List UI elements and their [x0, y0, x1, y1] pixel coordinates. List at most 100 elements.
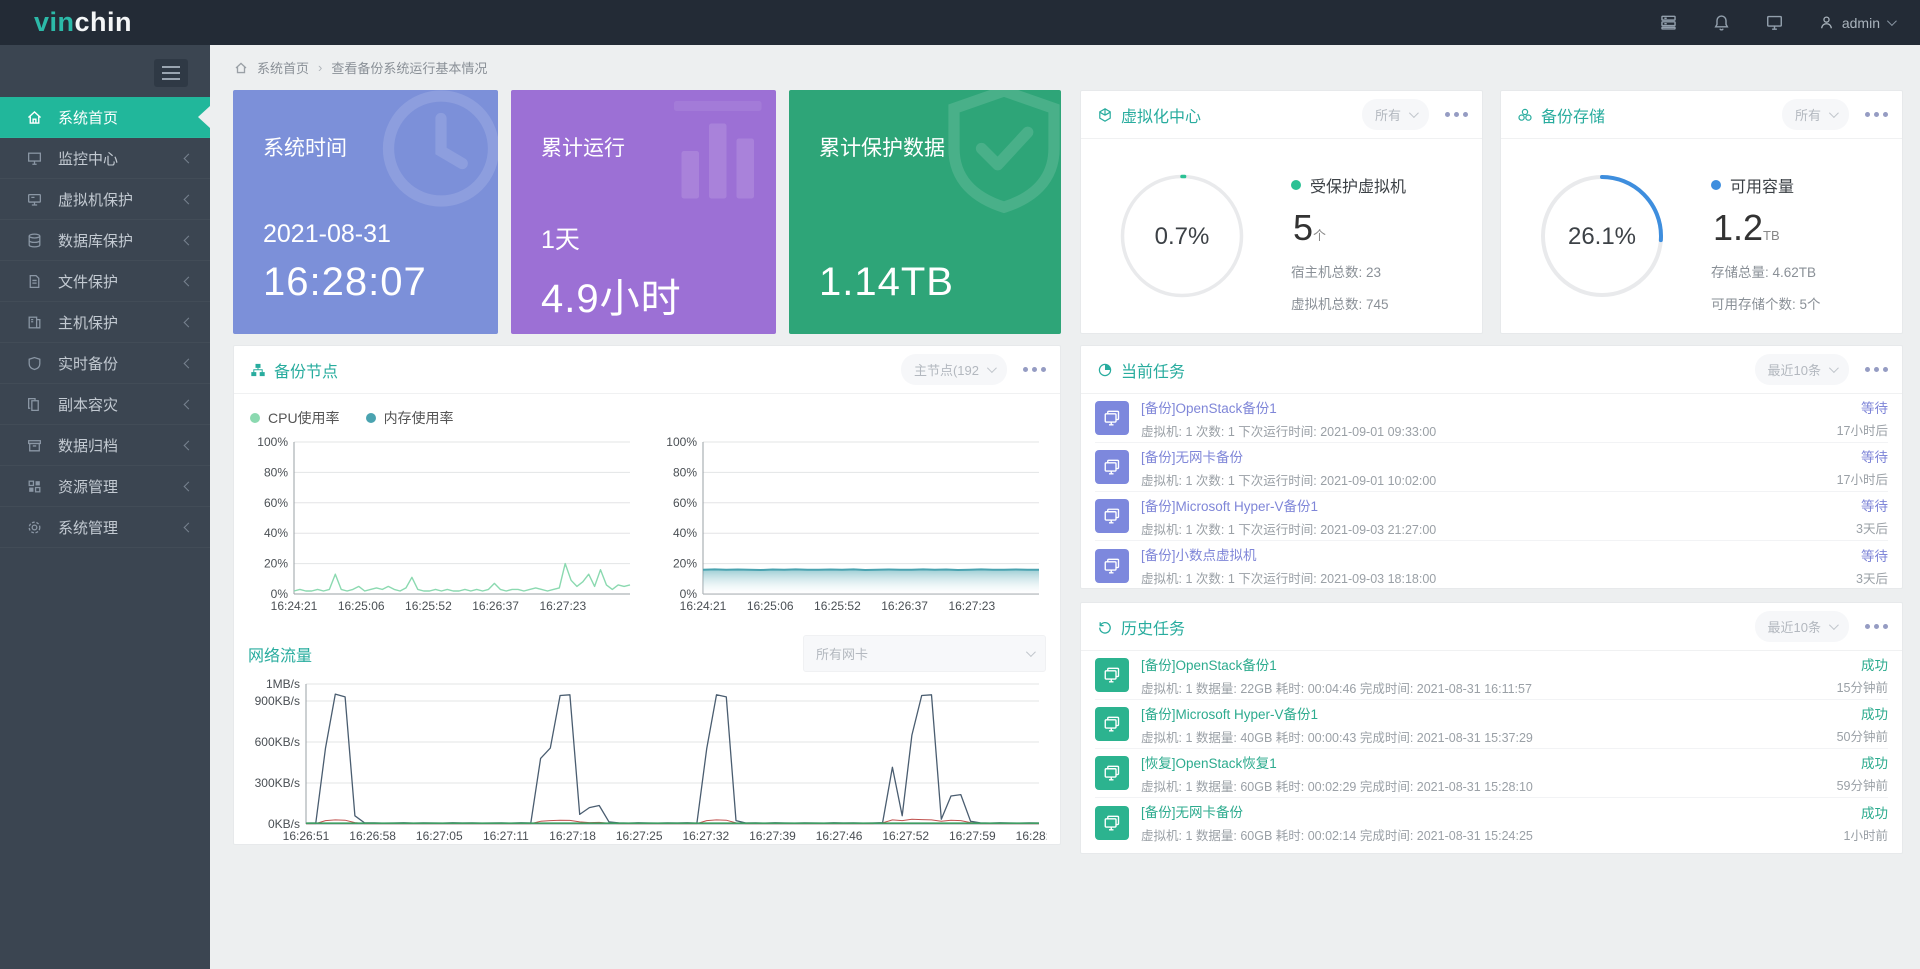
chevron-down-icon — [1026, 647, 1036, 657]
svg-text:0.7%: 0.7% — [1155, 223, 1210, 250]
svg-text:16:24:21: 16:24:21 — [680, 599, 727, 613]
sidebar-item-replica-dr[interactable]: 副本容灾 — [0, 384, 210, 425]
host-icon — [26, 314, 43, 331]
task-row: [备份]无网卡备份虚拟机: 1 次数: 1 下次运行时间: 2021-09-01… — [1095, 443, 1888, 492]
svg-text:16:25:52: 16:25:52 — [814, 599, 861, 613]
vm-total: 虚拟机总数: 745 — [1291, 293, 1406, 313]
history-icon — [1097, 619, 1113, 635]
task-name[interactable]: [备份]Microsoft Hyper-V备份1 — [1141, 707, 1318, 722]
task-detail: 虚拟机: 1 次数: 1 下次运行时间: 2021-09-01 09:33:00 — [1141, 421, 1837, 440]
vm-task-icon — [1095, 499, 1129, 533]
network-traffic-title: 网络流量 — [248, 642, 312, 666]
svg-text:20%: 20% — [264, 557, 288, 571]
sidebar-item-label: 数据库保护 — [58, 230, 133, 251]
username: admin — [1842, 15, 1880, 31]
more-menu[interactable] — [1445, 112, 1468, 117]
virtualization-icon — [1097, 107, 1113, 123]
more-menu[interactable] — [1865, 624, 1888, 629]
vm-task-icon — [1095, 450, 1129, 484]
recent-dropdown[interactable]: 最近10条 — [1755, 354, 1849, 385]
sidebar-item-data-archive[interactable]: 数据归档 — [0, 425, 210, 466]
svg-text:16:27:32: 16:27:32 — [682, 829, 729, 843]
task-time: 17小时后 — [1837, 469, 1888, 488]
sidebar-item-file-protection[interactable]: 文件保护 — [0, 261, 210, 302]
task-name[interactable]: [备份]小数点虚拟机 — [1141, 548, 1257, 563]
stat-label: 受保护虚拟机 — [1310, 173, 1406, 197]
task-name[interactable]: [备份]无网卡备份 — [1141, 805, 1243, 820]
task-row: [备份]无网卡备份虚拟机: 1 数据量: 60GB 耗时: 00:02:14 完… — [1095, 798, 1888, 847]
sidebar-collapse-button[interactable] — [154, 59, 188, 87]
breadcrumb-separator: › — [318, 60, 322, 75]
chevron-left-icon — [184, 194, 194, 204]
svg-text:100%: 100% — [257, 435, 288, 449]
svg-text:16:27:39: 16:27:39 — [749, 829, 796, 843]
task-status: 成功 — [1837, 703, 1888, 723]
nic-dropdown[interactable]: 所有网卡 — [803, 635, 1046, 672]
task-time: 3天后 — [1856, 518, 1888, 537]
svg-text:16:26:37: 16:26:37 — [472, 599, 519, 613]
legend-dot — [250, 413, 260, 423]
sidebar-item-host-protection[interactable]: 主机保护 — [0, 302, 210, 343]
task-row: [备份]Microsoft Hyper-V备份1虚拟机: 1 次数: 1 下次运… — [1095, 492, 1888, 541]
svg-text:80%: 80% — [264, 465, 288, 479]
breadcrumb-current: 查看备份系统运行基本情况 — [331, 58, 487, 77]
filter-dropdown[interactable]: 所有 — [1782, 99, 1849, 130]
task-detail: 虚拟机: 1 数据量: 60GB 耗时: 00:02:14 完成时间: 2021… — [1141, 825, 1844, 844]
breadcrumb-home[interactable]: 系统首页 — [257, 58, 309, 77]
recent-dropdown[interactable]: 最近10条 — [1755, 611, 1849, 642]
host-total: 宿主机总数: 23 — [1291, 261, 1406, 281]
sidebar-item-monitor-center[interactable]: 监控中心 — [0, 138, 210, 179]
logo-vin: vin — [34, 7, 75, 37]
grid-icon — [26, 478, 43, 495]
sidebar-item-realtime-backup[interactable]: 实时备份 — [0, 343, 210, 384]
sidebar-item-db-protection[interactable]: 数据库保护 — [0, 220, 210, 261]
filter-dropdown[interactable]: 所有 — [1362, 99, 1429, 130]
svg-text:16:28:04: 16:28:04 — [1016, 829, 1047, 843]
node-dropdown[interactable]: 主节点(192 — [901, 354, 1007, 385]
server-stack-icon[interactable] — [1659, 13, 1678, 32]
svg-text:80%: 80% — [673, 465, 697, 479]
sidebar-item-label: 副本容灾 — [58, 394, 118, 415]
breadcrumb: 系统首页 › 查看备份系统运行基本情况 — [234, 58, 487, 77]
task-name[interactable]: [备份]无网卡备份 — [1141, 450, 1243, 465]
task-name[interactable]: [恢复]OpenStack恢复1 — [1141, 756, 1277, 771]
monitor-center-icon — [26, 150, 43, 167]
vm-task-icon — [1095, 806, 1129, 840]
monitor-icon[interactable] — [1765, 13, 1784, 32]
panel-title-text: 备份存储 — [1541, 103, 1605, 127]
svg-text:16:27:25: 16:27:25 — [616, 829, 663, 843]
sidebar-item-resource-mgmt[interactable]: 资源管理 — [0, 466, 210, 507]
svg-text:16:27:59: 16:27:59 — [949, 829, 996, 843]
chevron-down-icon — [1887, 16, 1897, 26]
chevron-left-icon — [184, 276, 194, 286]
task-row: [备份]OpenStack备份1 虚拟机: 1 数据量: 22GB 耗时: 00:… — [1095, 651, 1888, 700]
sidebar-item-label: 实时备份 — [58, 353, 118, 374]
more-menu[interactable] — [1865, 367, 1888, 372]
sidebar-item-system-mgmt[interactable]: 系统管理 — [0, 507, 210, 548]
task-detail: 虚拟机: 1 数据量: 22GB 耗时: 00:04:46 完成时间: 2021… — [1141, 678, 1837, 697]
more-menu[interactable] — [1023, 367, 1046, 372]
task-time: 1小时前 — [1844, 825, 1888, 844]
user-menu[interactable]: admin — [1818, 14, 1894, 31]
vm-task-icon — [1095, 658, 1129, 692]
task-status: 成功 — [1837, 654, 1888, 674]
shield-icon — [26, 355, 43, 372]
database-icon — [26, 232, 43, 249]
panel-title: 历史任务 — [1097, 615, 1185, 639]
chevron-left-icon — [184, 358, 194, 368]
panel-title-text: 历史任务 — [1121, 615, 1185, 639]
more-menu[interactable] — [1865, 112, 1888, 117]
task-name[interactable]: [备份]OpenStack备份1 — [1141, 401, 1277, 416]
task-name[interactable]: [备份]OpenStack备份1 — [1141, 658, 1277, 673]
task-name[interactable]: [备份]Microsoft Hyper-V备份1 — [1141, 499, 1318, 514]
svg-text:600KB/s: 600KB/s — [255, 735, 300, 749]
svg-text:16:27:46: 16:27:46 — [816, 829, 863, 843]
sidebar-item-home[interactable]: 系统首页 — [0, 97, 210, 138]
sidebar: 系统首页 监控中心 虚拟机保护 数据库保护 文件保护 主机保护 实时备份 — [0, 45, 210, 969]
panel-title-text: 虚拟化中心 — [1121, 103, 1201, 127]
system-time-card: 系统时间 2021-08-31 16:28:07 — [233, 90, 498, 334]
cpu-usage-chart: 0%20%40%60%80%100%16:24:2116:25:0616:25:… — [248, 434, 638, 619]
notifications-bell-icon[interactable] — [1712, 13, 1731, 32]
sidebar-item-vm-protection[interactable]: 虚拟机保护 — [0, 179, 210, 220]
chevron-left-icon — [184, 317, 194, 327]
